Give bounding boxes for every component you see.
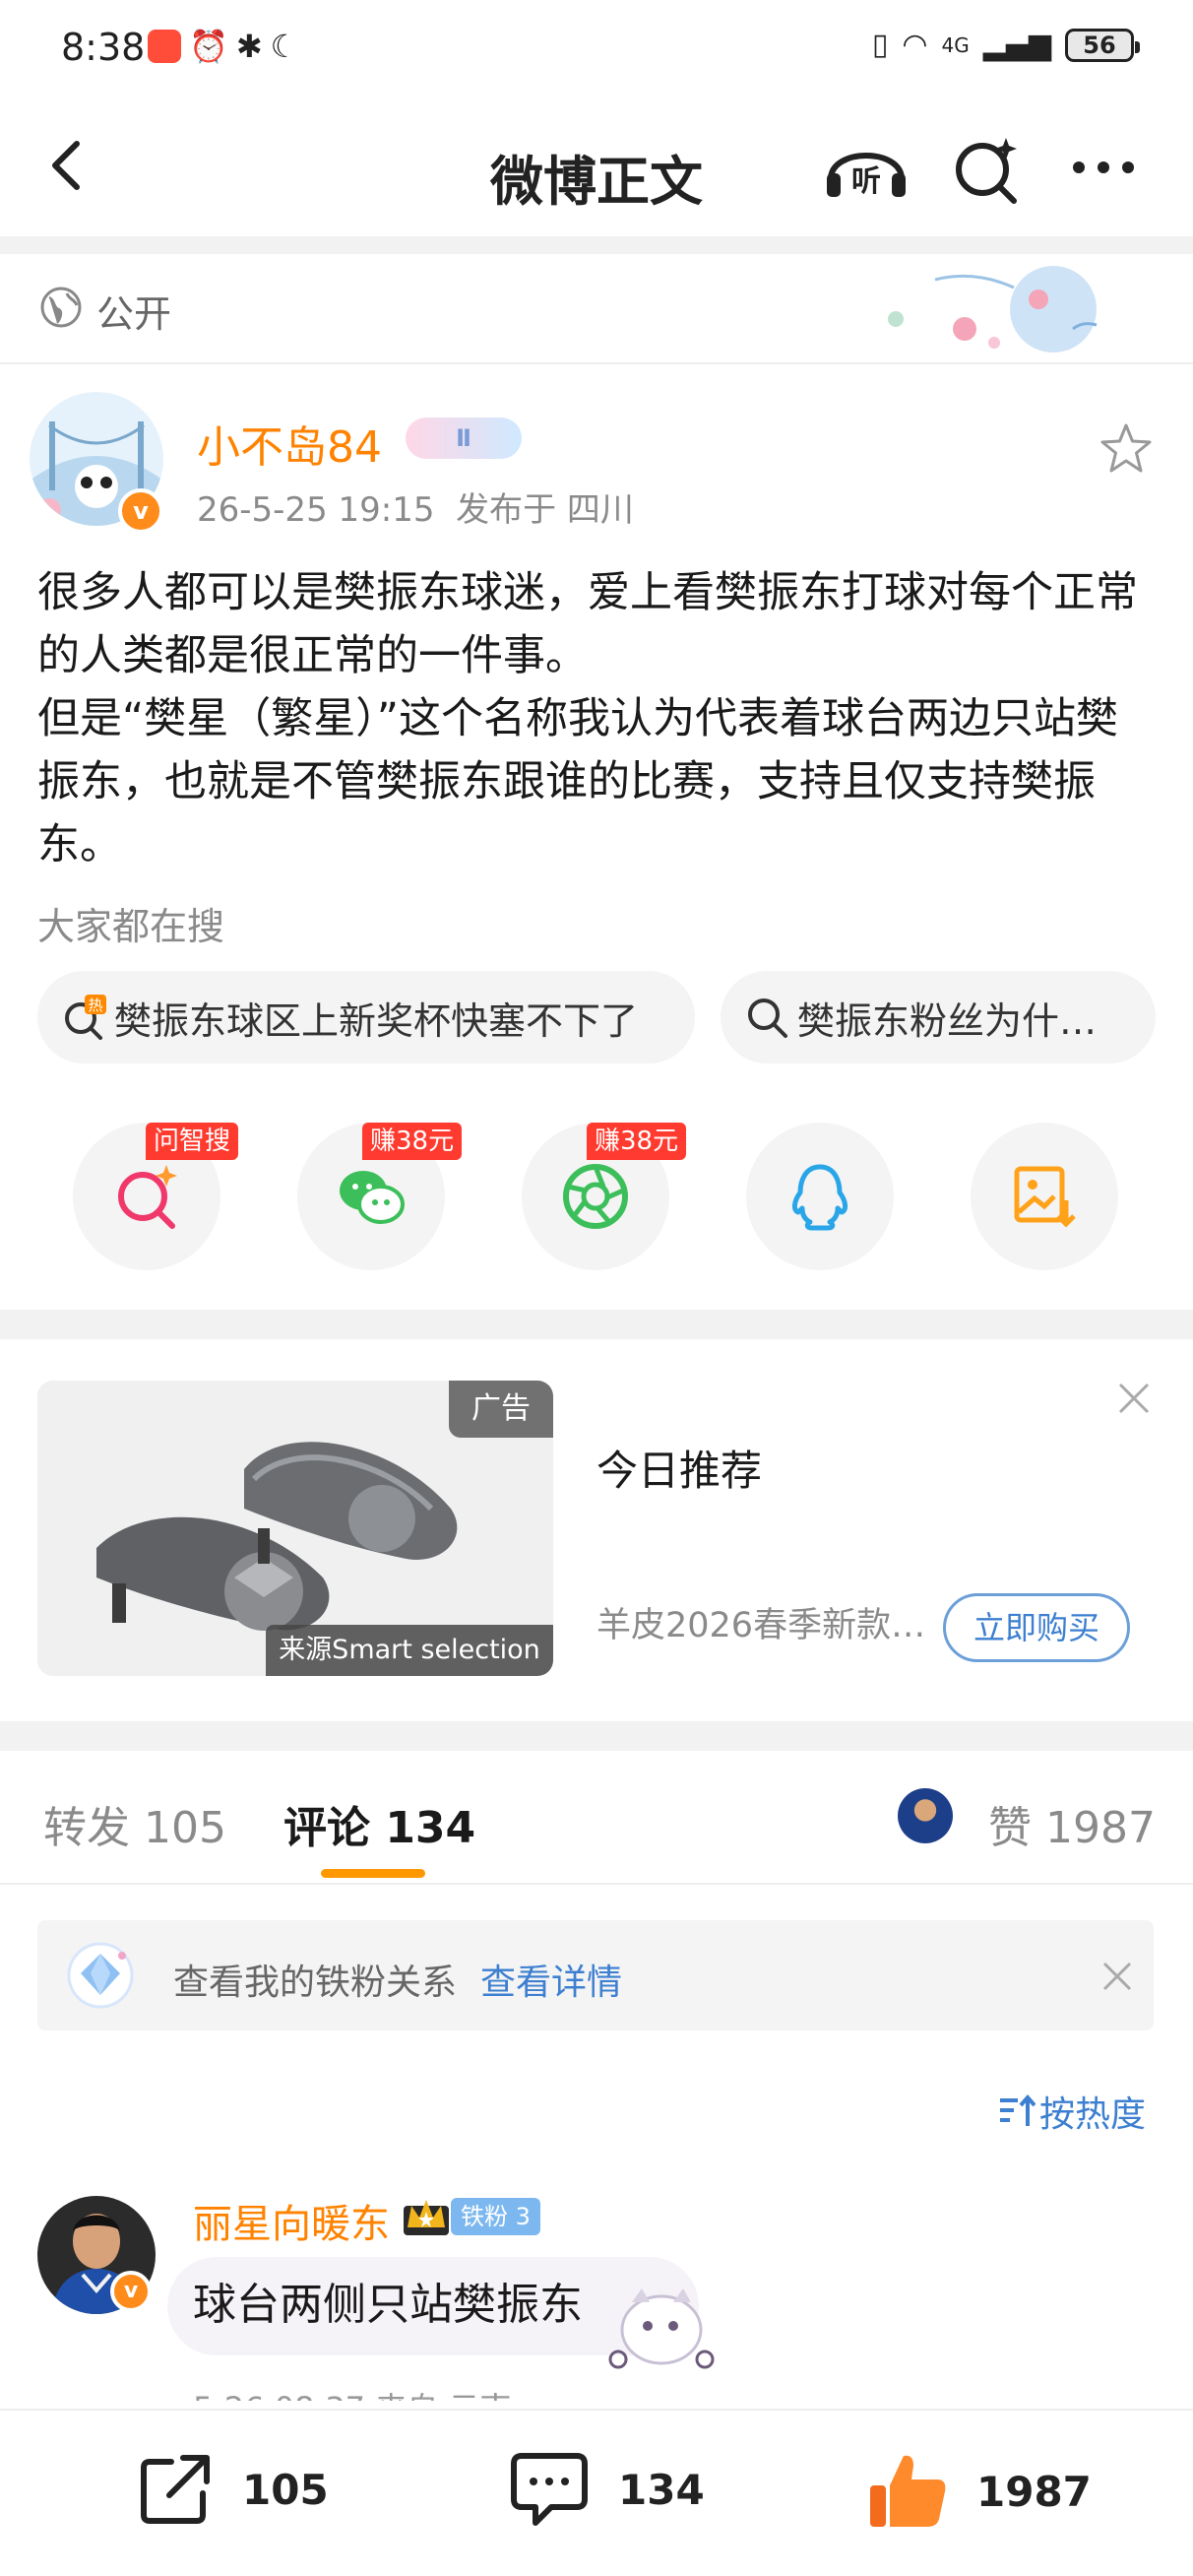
verified-badge: v — [110, 2271, 152, 2312]
post-meta: 26-5-25 19:15 发布于 四川 — [197, 483, 634, 531]
trending-chip[interactable]: 樊振东粉丝为什… — [721, 971, 1156, 1063]
comment-meta: 5-26 08:37 来自 云南 — [193, 2381, 511, 2401]
commenter-name[interactable]: 丽星向暖东 — [193, 2192, 390, 2249]
qq-icon — [791, 1164, 848, 1231]
ad-title[interactable]: 今日推荐 — [596, 1438, 762, 1498]
sort-icon — [1000, 2093, 1036, 2126]
decorative-banner — [888, 266, 1098, 353]
battery-level: 56 — [1083, 31, 1116, 59]
share-qq-button[interactable] — [746, 1123, 894, 1270]
sort-toggle[interactable]: 按热度 — [996, 2086, 1146, 2137]
favorite-star-icon[interactable] — [1099, 421, 1154, 477]
buy-now-button[interactable]: 立即购买 — [943, 1593, 1130, 1662]
share-tag: 问智搜 — [146, 1123, 239, 1160]
tab-likes[interactable]: 赞 1987 — [988, 1792, 1156, 1855]
bubble-sticker — [608, 2288, 715, 2369]
author-name[interactable]: 小不岛84 — [197, 412, 382, 475]
comment-icon — [511, 2453, 588, 2526]
share-tag: 赚38元 — [587, 1123, 687, 1160]
thumbs-up-icon — [870, 2455, 946, 2527]
liker-avatar — [898, 1788, 953, 1843]
close-icon[interactable] — [1114, 1379, 1154, 1418]
tabs-divider — [0, 1883, 1193, 1885]
repost-button[interactable]: 105 — [136, 2450, 329, 2529]
comment-text: 球台两侧只站樊振东 — [193, 2280, 583, 2330]
bluetooth-icon: ✱ — [235, 28, 263, 65]
fan-level-badge: 铁粉 3 — [451, 2198, 540, 2235]
trending-chip-text: 樊振东球区上新奖杯快塞不下了 — [114, 998, 639, 1043]
repost-count: 105 — [242, 2465, 329, 2514]
crown-icon — [404, 2200, 449, 2235]
hot-search-icon: 热 — [65, 995, 106, 1040]
repost-icon — [141, 2455, 210, 2524]
listen-icon[interactable]: 听 — [823, 134, 910, 203]
ai-search-icon[interactable] — [951, 134, 1022, 205]
diamond-icon — [67, 1942, 134, 2009]
status-notification-icons: ⏰ ✱ ☾ — [148, 30, 298, 63]
ad-description: 羊皮2026春季新款… — [596, 1606, 926, 1645]
ai-search-icon — [118, 1165, 177, 1229]
alarm-icon: ⏰ — [189, 28, 228, 65]
section-divider — [0, 1721, 1193, 1751]
app-notification-icon — [148, 30, 181, 63]
ad-source: 来源Smart selection — [266, 1625, 553, 1676]
ad-label: 广告 — [449, 1381, 553, 1438]
wechat-icon — [340, 1171, 405, 1224]
status-bar: 8:38 ⏰ ✱ ☾ ▯ ◠ 4G ▂▄▆ 56 — [0, 0, 1193, 98]
more-icon[interactable] — [1069, 158, 1138, 177]
view-details-link[interactable]: 查看详情 — [480, 1954, 622, 2005]
network-label: 4G — [941, 32, 970, 57]
active-tab-indicator — [321, 1869, 425, 1878]
fan-relation-text: 查看我的铁粉关系 — [173, 1963, 458, 2003]
share-tag: 赚38元 — [362, 1123, 463, 1160]
post-location: 发布于 四川 — [456, 490, 634, 530]
post-timestamp: 26-5-25 19:15 — [197, 490, 435, 530]
wifi-icon: ◠ — [902, 28, 928, 62]
level-badge[interactable]: Ⅱ — [406, 418, 522, 459]
bottom-action-bar: 105 134 1987 — [0, 2409, 1193, 2576]
share-save-image-button[interactable] — [971, 1123, 1118, 1270]
status-time: 8:38 — [61, 26, 146, 69]
status-system-icons: ▯ ◠ 4G ▂▄▆ 56 — [871, 28, 1140, 62]
verified-badge: v — [118, 488, 163, 534]
visibility-row: 公开 — [0, 254, 1193, 364]
like-count: 1987 — [976, 2467, 1092, 2516]
trending-chip[interactable]: 热 樊振东球区上新奖杯快塞不下了 — [37, 971, 695, 1063]
close-icon[interactable] — [1100, 1960, 1134, 1993]
comment-count: 134 — [618, 2465, 705, 2514]
section-divider — [0, 236, 1193, 254]
visibility-label: 公开 — [96, 292, 172, 336]
moon-icon: ☾ — [270, 28, 299, 65]
listen-label: 听 — [851, 164, 881, 199]
signal-icon: ▂▄▆ — [982, 28, 1051, 62]
moments-icon — [563, 1164, 628, 1229]
battery-icon: 56 — [1065, 28, 1140, 62]
hot-badge: 热 — [88, 997, 102, 1014]
tab-comments[interactable]: 评论 134 — [283, 1792, 475, 1855]
like-button[interactable]: 1987 — [866, 2450, 1092, 2533]
save-image-icon — [1014, 1166, 1076, 1228]
top-nav: 微博正文 听 — [0, 98, 1193, 236]
comment-button[interactable]: 134 — [508, 2450, 705, 2529]
vibrate-icon: ▯ — [871, 28, 889, 62]
trending-chip-text: 樊振东粉丝为什… — [797, 998, 1098, 1043]
post-body: 很多人都可以是樊振东球迷，爱上看樊振东打球对每个正常的人类都是很正常的一件事。 … — [37, 568, 1138, 869]
sort-label: 按热度 — [1039, 2094, 1147, 2135]
section-divider — [0, 1310, 1193, 1339]
globe-icon — [40, 287, 82, 328]
trending-label: 大家都在搜 — [37, 905, 225, 948]
fan-relation-bar: 查看我的铁粉关系 查看详情 — [37, 1920, 1154, 2030]
search-icon — [748, 998, 787, 1038]
tab-reposts[interactable]: 转发 105 — [43, 1792, 226, 1855]
